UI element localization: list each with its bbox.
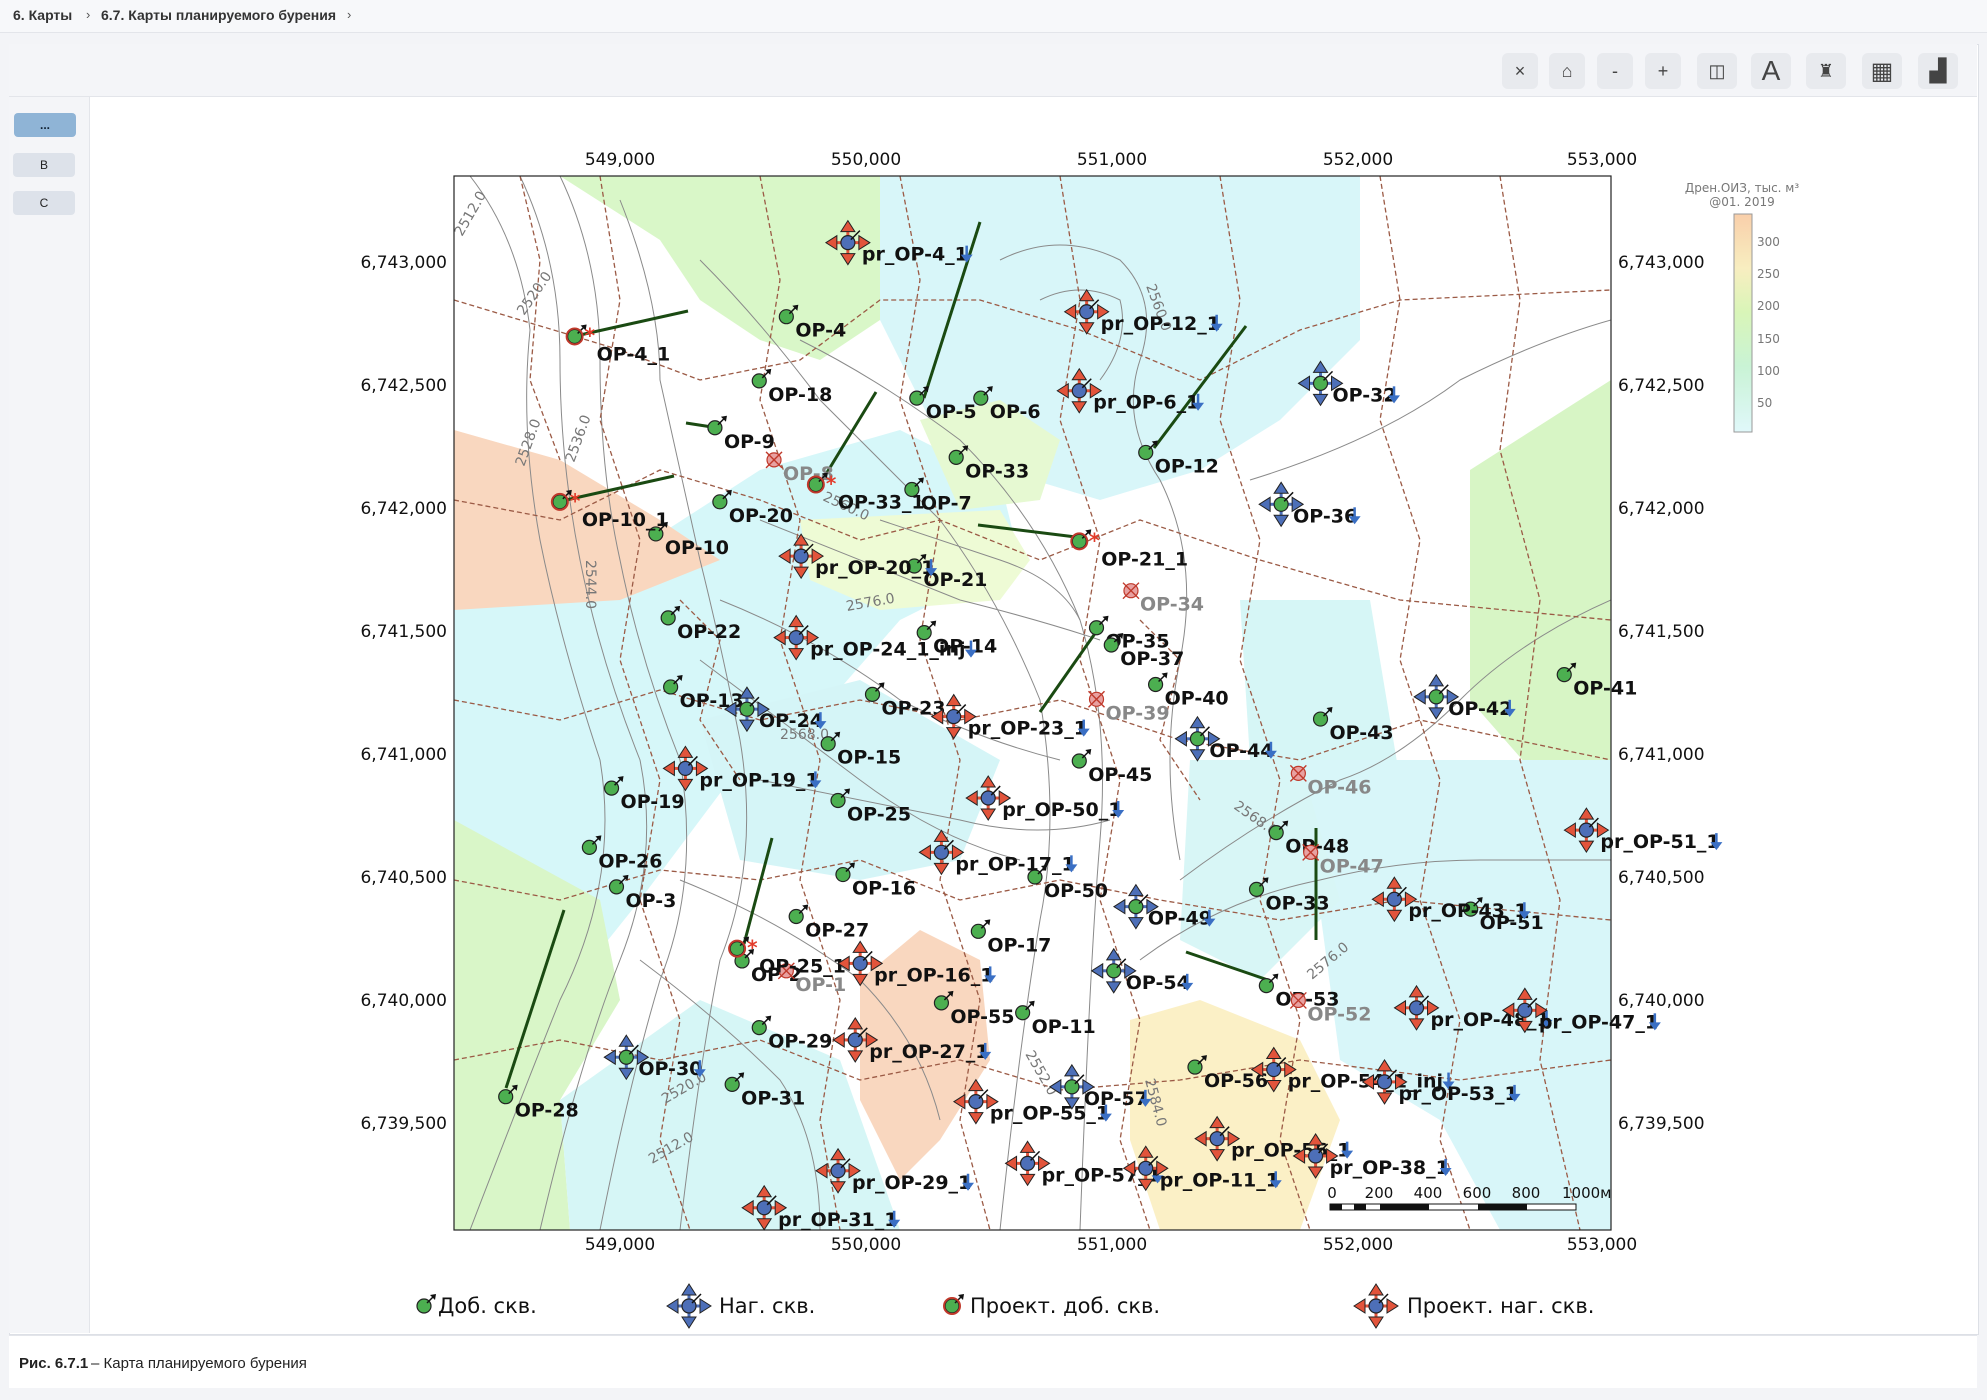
- text-icon: A: [1761, 55, 1781, 86]
- home-icon: ⌂: [1561, 60, 1573, 81]
- text-labels-button[interactable]: A: [1751, 53, 1791, 89]
- breadcrumb-item-drilling-maps[interactable]: 6.7. Карты планируемого бурения: [101, 7, 336, 23]
- area-chart-icon: ▟: [1929, 58, 1947, 83]
- minus-icon: -: [1612, 60, 1618, 81]
- breadcrumb-item-maps[interactable]: 6. Карты: [13, 7, 72, 23]
- grid-button[interactable]: ▦: [1862, 53, 1902, 89]
- caption-number: Рис. 6.7.1: [19, 1355, 89, 1372]
- grid-icon: ▦: [1870, 57, 1894, 85]
- breadcrumb-separator: ›: [86, 7, 91, 22]
- chart-button[interactable]: ▟: [1918, 53, 1958, 89]
- sidebar-item-more[interactable]: ...: [14, 113, 76, 137]
- well-button[interactable]: ♜: [1806, 53, 1846, 89]
- sidebar-item-c[interactable]: C: [13, 191, 75, 215]
- layers-button[interactable]: ◫: [1697, 53, 1737, 89]
- layers-icon: ◫: [1708, 60, 1726, 81]
- zoom-in-button[interactable]: +: [1645, 53, 1681, 89]
- well-icon: ♜: [1817, 60, 1835, 81]
- sidebar: [9, 97, 90, 1333]
- figure-caption: Рис. 6.7.1 – Карта планируемого бурения: [9, 1335, 1977, 1388]
- sidebar-item-b[interactable]: B: [13, 153, 75, 177]
- breadcrumb-separator: ›: [347, 7, 352, 22]
- home-button[interactable]: ⌂: [1549, 53, 1585, 89]
- close-icon: ×: [1514, 60, 1526, 81]
- zoom-out-button[interactable]: -: [1597, 53, 1633, 89]
- map-panel: [9, 44, 1979, 1335]
- caption-text: – Карта планируемого бурения: [91, 1355, 307, 1372]
- map-toolbar: [9, 44, 1977, 97]
- breadcrumb: 6. Карты › 6.7. Карты планируемого бурен…: [0, 0, 1987, 33]
- close-button[interactable]: ×: [1502, 53, 1538, 89]
- plus-icon: +: [1657, 60, 1669, 81]
